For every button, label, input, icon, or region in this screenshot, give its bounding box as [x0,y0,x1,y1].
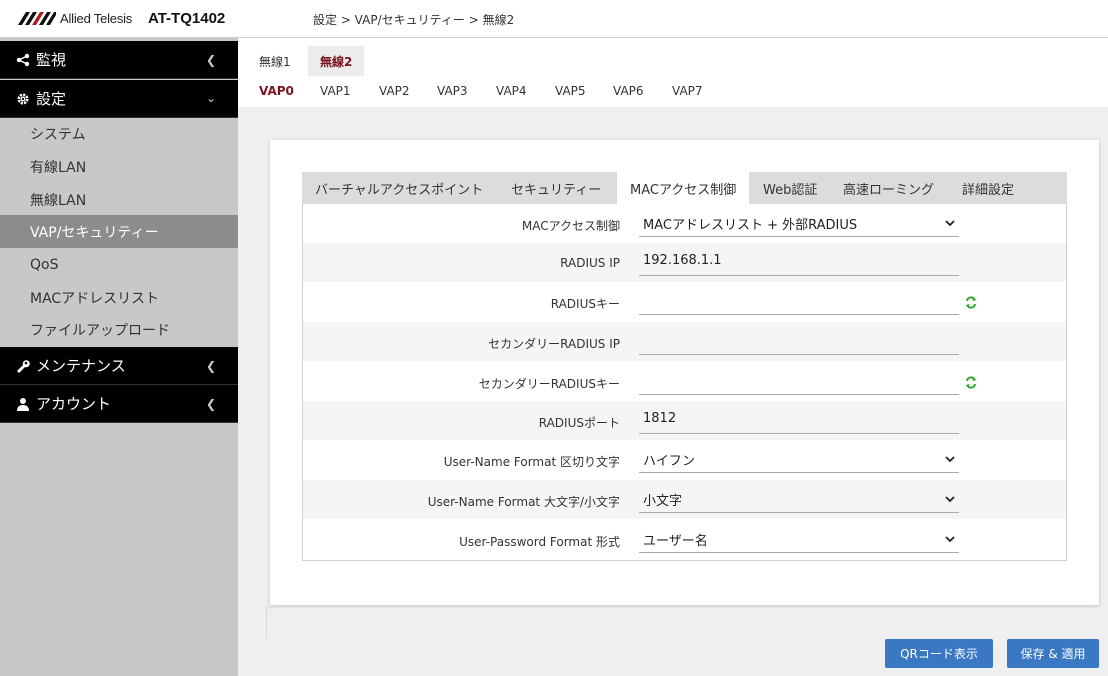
field-label: RADIUSキー [550,297,620,311]
user-icon [14,397,32,411]
tab-mac-access-control[interactable]: MACアクセス制御 [617,172,750,204]
field-label: User-Password Format 形式 [459,535,620,549]
header-bar: Allied Telesis AT-TQ1402 設定 > VAP/セキュリティ… [0,0,1108,38]
form-row-username-case: User-Name Format 大文字/小文字 小文字 [303,480,1066,519]
refresh-icon[interactable] [965,376,977,389]
username-case-select[interactable]: 小文字 [639,486,959,513]
username-separator-select[interactable]: ハイフン [639,446,959,473]
sidebar-group-label: 監視 [36,51,67,69]
select-value: 小文字 [643,494,683,509]
sidebar-group-maintenance[interactable]: メンテナンス ❮ [0,347,238,385]
chevron-down-icon [945,536,955,543]
sidebar-group-account[interactable]: アカウント ❮ [0,385,238,423]
model-name: AT-TQ1402 [148,10,226,27]
select-value: ユーザー名 [643,534,708,549]
tab-web-auth[interactable]: Web認証 [763,172,817,204]
secondary-radius-key-input[interactable] [639,368,959,395]
tab-vap5[interactable]: VAP5 [555,84,586,98]
select-value: MACアドレスリスト + 外部RADIUS [643,218,858,233]
sidebar-group-label: アカウント [36,395,112,413]
tab-vap3[interactable]: VAP3 [437,84,468,98]
sidebar-group-monitor[interactable]: 監視 ❮ [0,41,238,79]
sidebar-item-file-upload[interactable]: ファイルアップロード [0,313,238,346]
select-value: ハイフン [643,454,696,469]
inner-tab-strip: バーチャルアクセスポイント セキュリティー MACアクセス制御 Web認証 高速… [302,172,1067,204]
save-apply-button[interactable]: 保存 & 適用 [1007,639,1099,668]
refresh-icon[interactable] [965,296,977,309]
form-row-radius-ip: RADIUS IP 192.168.1.1 [303,243,1066,282]
form-row-secondary-radius-ip: セカンダリーRADIUS IP [303,322,1066,361]
gear-icon [14,92,32,106]
chevron-down-icon [945,456,955,463]
sidebar-item-vap-security[interactable]: VAP/セキュリティー [0,215,238,248]
radius-port-input[interactable]: 1812 [639,407,959,434]
wrench-icon [14,359,32,373]
form-row-radius-key: RADIUSキー [303,282,1066,321]
tab-vap1[interactable]: VAP1 [320,84,351,98]
logo-text: Allied Telesis [60,11,133,26]
sidebar-item-wired-lan[interactable]: 有線LAN [0,150,238,183]
sidebar-item-mac-address-list[interactable]: MACアドレスリスト [0,281,238,314]
sidebar-group-label: 設定 [36,90,67,108]
chevron-down-icon: ⌄ [205,91,216,105]
chevron-left-icon: ❮ [205,53,216,67]
form-row-username-separator: User-Name Format 区切り文字 ハイフン [303,440,1066,479]
tab-vap2[interactable]: VAP2 [379,84,410,98]
form-row-mac-access-control: MACアクセス制御 MACアドレスリスト + 外部RADIUS [303,204,1066,243]
chevron-down-icon [945,496,955,503]
field-label: User-Name Format 大文字/小文字 [427,495,620,509]
qr-code-button[interactable]: QRコード表示 [885,639,993,668]
form-row-secondary-radius-key: セカンダリーRADIUSキー [303,362,1066,401]
tab-radio-2[interactable]: 無線2 [308,46,365,76]
tab-radio-1[interactable]: 無線1 [247,46,303,76]
password-format-select[interactable]: ユーザー名 [639,526,959,553]
radius-key-input[interactable] [639,288,959,315]
sidebar-group-settings[interactable]: 設定 ⌄ [0,80,238,118]
divider [266,606,267,638]
form-row-password-format: User-Password Format 形式 ユーザー名 [303,520,1066,559]
tab-security[interactable]: セキュリティー [511,172,601,204]
allied-telesis-logo-icon [18,12,56,25]
tab-vap4[interactable]: VAP4 [496,84,527,98]
tab-vap6[interactable]: VAP6 [613,84,644,98]
logo: Allied Telesis [18,11,132,26]
sidebar-item-qos[interactable]: QoS [0,248,238,281]
mac-access-control-select[interactable]: MACアドレスリスト + 外部RADIUS [639,210,959,237]
tab-vap7[interactable]: VAP7 [672,84,703,98]
tab-virtual-access-point[interactable]: バーチャルアクセスポイント [315,172,483,204]
chevron-left-icon: ❮ [205,359,216,373]
chevron-left-icon: ❮ [205,397,216,411]
form-row-radius-port: RADIUSポート 1812 [303,401,1066,440]
field-label: MACアクセス制御 [521,219,620,233]
tab-advanced[interactable]: 詳細設定 [962,172,1014,204]
sidebar-group-label: メンテナンス [36,357,126,375]
tab-fast-roaming[interactable]: 高速ローミング [843,172,934,204]
field-label: RADIUS IP [560,256,620,270]
tab-vap0[interactable]: VAP0 [259,84,294,98]
share-icon [14,53,32,67]
radius-ip-input[interactable]: 192.168.1.1 [639,249,959,276]
breadcrumb: 設定 > VAP/セキュリティー > 無線2 [313,13,515,27]
secondary-radius-ip-input[interactable] [639,328,959,355]
field-label: RADIUSポート [538,416,620,430]
field-label: セカンダリーRADIUS IP [488,337,620,351]
field-label: セカンダリーRADIUSキー [478,377,620,391]
tab-strip: 無線1 無線2 VAP0 VAP1 VAP2 VAP3 VAP4 VAP5 VA… [238,38,1108,107]
sidebar-item-wireless-lan[interactable]: 無線LAN [0,183,238,216]
chevron-down-icon [945,220,955,227]
field-label: User-Name Format 区切り文字 [443,455,620,469]
sidebar-item-system[interactable]: システム [0,117,238,150]
